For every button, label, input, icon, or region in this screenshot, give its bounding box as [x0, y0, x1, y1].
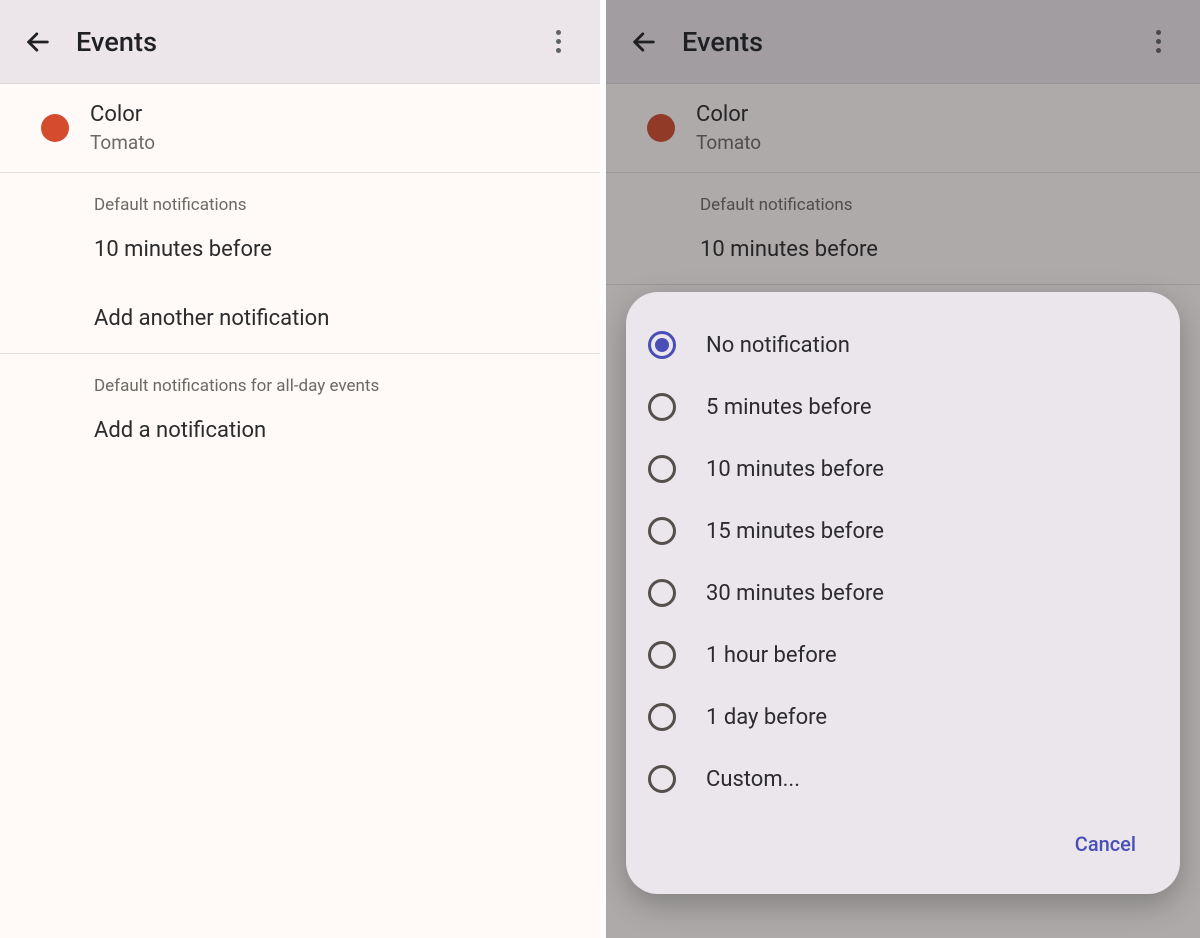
default-notifications-section: Default notifications 10 minutes before …: [0, 173, 600, 354]
default-notifications-section: Default notifications 10 minutes before: [606, 173, 1200, 285]
color-value: Tomato: [90, 131, 155, 154]
arrow-left-icon: [24, 28, 52, 56]
color-swatch-icon: [41, 114, 69, 142]
color-label: Color: [90, 102, 155, 127]
screenshot-right: Events Color Tomato Default notification…: [600, 0, 1200, 938]
choice-label: 10 minutes before: [706, 457, 884, 482]
back-button[interactable]: [10, 14, 66, 70]
choice-label: No notification: [706, 333, 850, 358]
color-row[interactable]: Color Tomato: [606, 84, 1200, 172]
more-vert-icon: [556, 30, 561, 53]
arrow-left-icon: [630, 28, 658, 56]
dialog-actions: Cancel: [644, 810, 1162, 884]
choice-custom[interactable]: Custom...: [644, 748, 1162, 810]
choice-30-min[interactable]: 30 minutes before: [644, 562, 1162, 624]
color-row[interactable]: Color Tomato: [0, 84, 600, 172]
cancel-button[interactable]: Cancel: [1067, 822, 1144, 866]
notification-entry[interactable]: 10 minutes before: [0, 215, 600, 284]
radio-unselected-icon: [648, 579, 676, 607]
choice-no-notification[interactable]: No notification: [644, 314, 1162, 376]
app-bar: Events: [606, 0, 1200, 84]
add-allday-notification-button[interactable]: Add a notification: [0, 396, 600, 465]
notification-picker-dialog: No notification 5 minutes before 10 minu…: [626, 292, 1180, 894]
color-label: Color: [696, 102, 761, 127]
color-section: Color Tomato: [606, 84, 1200, 173]
notification-entry[interactable]: 10 minutes before: [606, 215, 1200, 284]
overflow-menu-button[interactable]: [534, 18, 582, 66]
choice-label: 1 hour before: [706, 643, 837, 668]
choice-1-day[interactable]: 1 day before: [644, 686, 1162, 748]
default-notifications-heading: Default notifications: [606, 173, 1200, 215]
choice-15-min[interactable]: 15 minutes before: [644, 500, 1162, 562]
choice-1-hour[interactable]: 1 hour before: [644, 624, 1162, 686]
radio-unselected-icon: [648, 765, 676, 793]
radio-selected-icon: [648, 331, 676, 359]
color-section: Color Tomato: [0, 84, 600, 173]
radio-unselected-icon: [648, 641, 676, 669]
page-title: Events: [76, 26, 534, 58]
choice-5-min[interactable]: 5 minutes before: [644, 376, 1162, 438]
radio-unselected-icon: [648, 393, 676, 421]
app-bar: Events: [0, 0, 600, 84]
default-notifications-heading: Default notifications: [0, 173, 600, 215]
color-swatch-icon: [647, 114, 675, 142]
events-settings-screen: Events Color Tomato Default notification…: [0, 0, 600, 938]
color-value: Tomato: [696, 131, 761, 154]
page-title: Events: [682, 26, 1134, 58]
radio-unselected-icon: [648, 703, 676, 731]
back-button[interactable]: [616, 14, 672, 70]
choice-label: Custom...: [706, 767, 800, 792]
allday-notifications-section: Default notifications for all-day events…: [0, 354, 600, 465]
overflow-menu-button[interactable]: [1134, 18, 1182, 66]
radio-unselected-icon: [648, 517, 676, 545]
screenshot-left: Events Color Tomato Default notification…: [0, 0, 600, 938]
choice-label: 5 minutes before: [706, 395, 872, 420]
radio-unselected-icon: [648, 455, 676, 483]
choice-10-min[interactable]: 10 minutes before: [644, 438, 1162, 500]
more-vert-icon: [1156, 30, 1161, 53]
add-notification-button[interactable]: Add another notification: [0, 284, 600, 353]
choice-label: 15 minutes before: [706, 519, 884, 544]
choice-label: 30 minutes before: [706, 581, 884, 606]
allday-notifications-heading: Default notifications for all-day events: [0, 354, 600, 396]
choice-label: 1 day before: [706, 705, 827, 730]
